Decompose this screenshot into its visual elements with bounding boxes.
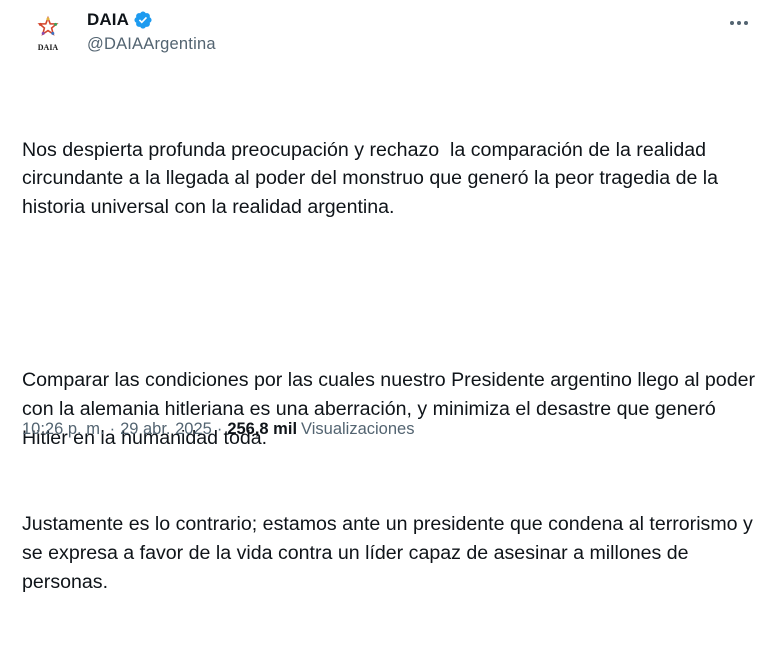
tweet-card: DAIA DAIA @DAIAArgentina Nos despierta p…	[0, 0, 768, 593]
verified-badge-icon[interactable]	[133, 10, 153, 30]
separator: ·	[109, 420, 116, 438]
more-options-icon[interactable]	[728, 12, 750, 34]
author-handle[interactable]: @DAIAArgentina	[87, 35, 216, 54]
views-count[interactable]: 256,8 mil	[227, 420, 297, 439]
tweet-date[interactable]: 29 abr. 2025	[120, 420, 212, 439]
tweet-meta: 10:26 p. m. · 29 abr. 2025 · 256,8 mil V…	[22, 420, 414, 439]
views-label[interactable]: Visualizaciones	[301, 420, 414, 439]
tweet-text: Nos despierta profunda preocupación y re…	[22, 78, 762, 654]
tweet-paragraph-3: Justamente es lo contrario; estamos ante…	[22, 512, 759, 593]
display-name[interactable]: DAIA	[87, 10, 129, 30]
tweet-paragraph-1: Nos despierta profunda preocupación y re…	[22, 138, 724, 219]
daia-logo-text: DAIA	[38, 43, 59, 52]
avatar[interactable]: DAIA	[26, 12, 70, 56]
tweet-time[interactable]: 10:26 p. m.	[22, 420, 105, 439]
author-block: DAIA @DAIAArgentina	[87, 8, 216, 54]
daia-logo-icon: DAIA	[37, 15, 59, 52]
tweet-paragraph-2: Comparar las condiciones por las cuales …	[22, 368, 761, 449]
name-row: DAIA	[87, 8, 216, 32]
tweet-header: DAIA DAIA @DAIAArgentina	[22, 6, 754, 62]
separator: ·	[216, 420, 223, 438]
